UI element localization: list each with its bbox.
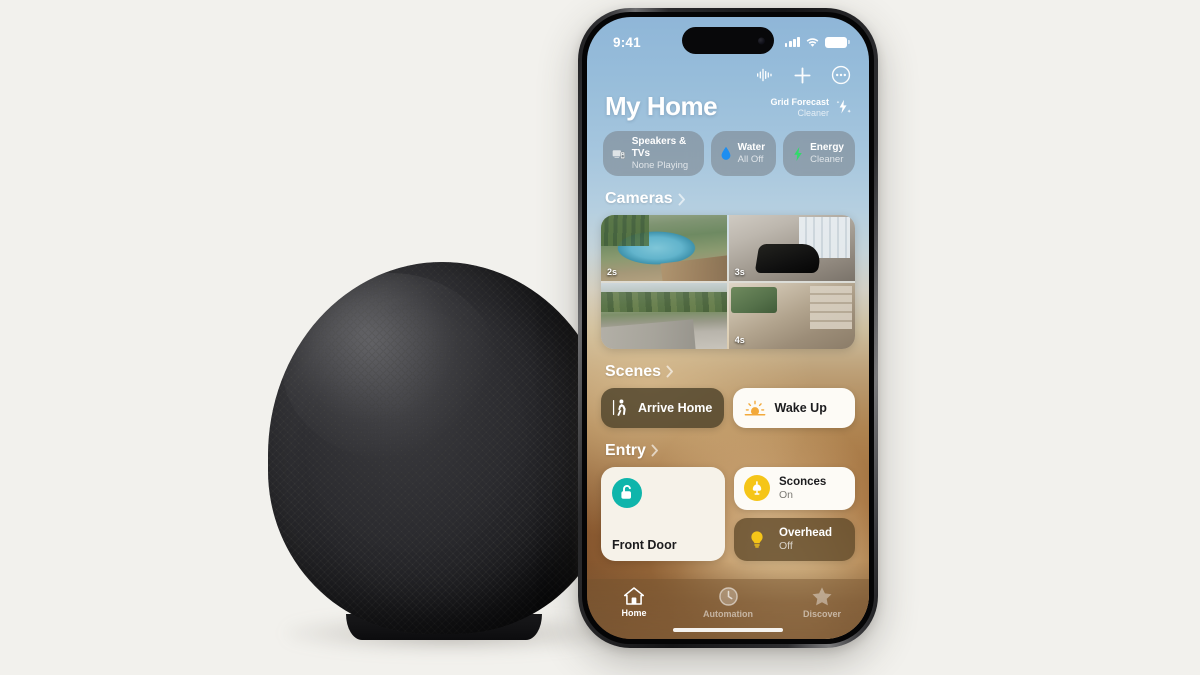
cellular-bars-icon [784, 37, 800, 47]
camera-timestamp: 1s [607, 334, 618, 345]
accessory-name: Overhead [779, 526, 833, 539]
home-indicator[interactable] [673, 628, 783, 632]
grid-forecast-bolt-icon [836, 99, 851, 114]
chip-title: Energy [810, 142, 844, 153]
camera-tile-pool[interactable]: 2s [601, 215, 728, 282]
chip-subtitle: All Off [737, 154, 764, 165]
tab-label: Home [621, 608, 647, 618]
status-chips: Speakers & TVs None Playing Water All Of… [587, 122, 869, 177]
accessory-state: On [779, 488, 794, 501]
iphone-bezel: 9:41 My Home Grid Forecast Cleaner Speak… [582, 12, 874, 644]
section-header-entry[interactable]: Entry [587, 428, 869, 467]
cameras-grid: 2s 3s 1s 4s [601, 215, 855, 349]
homepod-mesh-fabric [268, 262, 616, 634]
iphone-screen[interactable]: 9:41 My Home Grid Forecast Cleaner Speak… [587, 17, 869, 639]
star-icon [812, 587, 832, 606]
chevron-right-icon [666, 365, 673, 378]
tab-label: Automation [703, 609, 753, 619]
tab-label: Discover [802, 609, 842, 619]
accessory-overhead[interactable]: Overhead Off [734, 517, 855, 561]
accessory-sconces[interactable]: Sconces On [734, 466, 855, 510]
chip-subtitle: Cleaner [810, 154, 844, 165]
camera-tile-garage[interactable]: 3s [728, 215, 855, 282]
sunrise-icon [744, 400, 765, 416]
grid-forecast-widget[interactable]: Grid Forecast Cleaner [770, 97, 853, 122]
home-app-content: My Home Grid Forecast Cleaner Speakers &… [587, 57, 869, 639]
scenes-row: Arrive Home Wake Up [587, 387, 869, 428]
page-title: My Home [605, 91, 718, 121]
sconce-lamp-icon [744, 475, 770, 502]
entry-row: Front Door Sconces On Overhead Off [587, 466, 869, 561]
accessory-state: Off [779, 539, 793, 552]
more-options-icon[interactable] [831, 65, 851, 85]
chevron-right-icon [678, 193, 685, 206]
scene-wake-up[interactable]: Wake Up [732, 387, 855, 428]
section-title: Cameras [605, 190, 673, 208]
dynamic-island [682, 27, 774, 54]
camera-timestamp: 4s [734, 334, 745, 345]
chip-title: Water [737, 142, 766, 153]
camera-timestamp: 2s [607, 267, 618, 278]
speaker-tv-icon [612, 149, 625, 159]
chip-speakers-tvs[interactable]: Speakers & TVs None Playing [603, 131, 704, 177]
walking-person-icon [612, 399, 626, 416]
tab-bar: Home Automation Discover [587, 579, 869, 639]
scene-label: Wake Up [774, 400, 827, 415]
status-bar-time: 9:41 [613, 34, 641, 50]
unlocked-padlock-icon [612, 477, 642, 508]
section-title: Scenes [605, 362, 662, 380]
chip-energy[interactable]: Energy Cleaner [783, 131, 855, 177]
light-bulb-icon [744, 530, 770, 549]
energy-bolt-icon [794, 146, 802, 161]
house-icon [623, 587, 645, 605]
chip-title: Speakers & TVs [631, 136, 687, 159]
chip-water[interactable]: Water All Off [710, 131, 777, 177]
iphone-device: 9:41 My Home Grid Forecast Cleaner Speak… [578, 8, 878, 648]
audio-waveform-icon[interactable] [756, 67, 774, 83]
camera-tile-living-room[interactable]: 4s [728, 282, 855, 349]
water-drop-icon [721, 147, 731, 161]
tab-discover[interactable]: Discover [785, 586, 859, 619]
tab-automation[interactable]: Automation [691, 586, 765, 619]
tab-home[interactable]: Home [597, 586, 671, 618]
homepod-body [268, 262, 616, 634]
chevron-right-icon [651, 444, 658, 457]
product-scene: 9:41 My Home Grid Forecast Cleaner Speak… [0, 0, 1200, 675]
entry-accessories: Sconces On Overhead Off [734, 466, 855, 561]
camera-tile-driveway[interactable]: 1s [601, 282, 728, 349]
camera-timestamp: 3s [734, 267, 745, 278]
homepod-mini-speaker [268, 262, 628, 662]
section-header-cameras[interactable]: Cameras [587, 176, 869, 215]
home-title-row: My Home Grid Forecast Cleaner [587, 85, 869, 122]
scene-arrive-home[interactable]: Arrive Home [601, 387, 724, 428]
accessory-front-door[interactable]: Front Door [601, 466, 725, 561]
chip-subtitle: None Playing [631, 160, 689, 171]
grid-forecast-subtitle: Cleaner [797, 107, 829, 118]
accessory-name: Sconces [779, 475, 827, 488]
section-header-scenes[interactable]: Scenes [587, 349, 869, 388]
accessory-name: Front Door [612, 537, 677, 552]
home-toolbar [587, 57, 869, 85]
battery-icon [825, 36, 850, 48]
scene-label: Arrive Home [638, 400, 713, 415]
wifi-icon [806, 37, 819, 47]
clock-icon [718, 587, 738, 606]
grid-forecast-title: Grid Forecast [770, 97, 829, 108]
section-title: Entry [605, 441, 646, 459]
add-icon[interactable] [793, 66, 812, 85]
